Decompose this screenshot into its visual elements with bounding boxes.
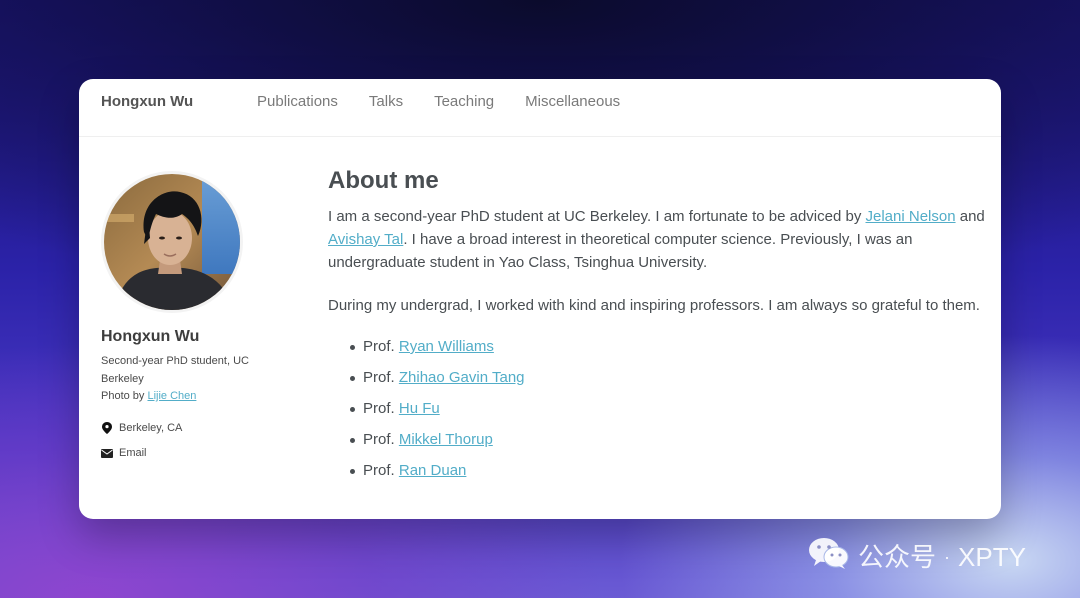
top-navbar: Hongxun Wu Publications Talks Teaching M… bbox=[79, 79, 1001, 137]
prof-link-ryan-williams[interactable]: Ryan Williams bbox=[399, 338, 494, 355]
watermark-separator: · bbox=[944, 547, 951, 567]
nav-link-publications[interactable]: Publications bbox=[257, 93, 338, 111]
bio-line: Second-year PhD student, UC Berkeley bbox=[101, 355, 249, 385]
author-name: Hongxun Wu bbox=[101, 328, 200, 345]
list-item: Prof. Ryan Williams bbox=[348, 337, 988, 357]
undergrad-paragraph: During my undergrad, I worked with kind … bbox=[328, 297, 980, 314]
photo-credit-prefix: Photo by bbox=[101, 390, 148, 402]
nav-link-miscellaneous[interactable]: Miscellaneous bbox=[525, 93, 620, 111]
professor-list: Prof. Ryan Williams Prof. Zhihao Gavin T… bbox=[328, 337, 988, 481]
prof-prefix: Prof. bbox=[363, 338, 399, 355]
watermark: 公众号 · XPTY bbox=[808, 536, 1026, 578]
prof-prefix: Prof. bbox=[363, 431, 399, 448]
list-item: Prof. Zhihao Gavin Tang bbox=[348, 368, 988, 388]
author-bio: Second-year PhD student, UC Berkeley Pho… bbox=[101, 353, 271, 406]
watermark-brand: XPTY bbox=[958, 542, 1026, 572]
nav-link-teaching[interactable]: Teaching bbox=[434, 93, 494, 111]
advisor-link-avishay-tal[interactable]: Avishay Tal bbox=[328, 231, 403, 248]
wechat-icon bbox=[808, 536, 850, 578]
advisor-link-jelani-nelson[interactable]: Jelani Nelson bbox=[866, 208, 956, 225]
prof-link-hu-fu[interactable]: Hu Fu bbox=[399, 400, 440, 417]
nav-link-talks[interactable]: Talks bbox=[369, 93, 403, 111]
list-item: Prof. Mikkel Thorup bbox=[348, 430, 988, 450]
author-sidebar: Hongxun Wu Second-year PhD student, UC B… bbox=[101, 171, 291, 470]
page-title: About me bbox=[328, 167, 439, 194]
prof-link-ran-duan[interactable]: Ran Duan bbox=[399, 462, 467, 479]
intro-text-2: and bbox=[955, 208, 985, 225]
intro-text-1: I am a second-year PhD student at UC Ber… bbox=[328, 208, 866, 225]
prof-prefix: Prof. bbox=[363, 462, 399, 479]
site-title-link[interactable]: Hongxun Wu bbox=[101, 93, 193, 111]
location-text: Berkeley, CA bbox=[119, 422, 183, 434]
list-item: Prof. Hu Fu bbox=[348, 399, 988, 419]
prof-link-mikkel-thorup[interactable]: Mikkel Thorup bbox=[399, 431, 493, 448]
photo-credit-line: Photo by Lijie Chen bbox=[101, 388, 271, 406]
browser-window: Hongxun Wu Publications Talks Teaching M… bbox=[79, 79, 1001, 519]
prof-link-zhihao-gavin-tang[interactable]: Zhihao Gavin Tang bbox=[399, 369, 525, 386]
author-urls: Berkeley, CA Email bbox=[101, 420, 291, 462]
email-link[interactable]: Email bbox=[119, 447, 147, 459]
nav-links: Publications Talks Teaching Miscellaneou… bbox=[257, 93, 620, 111]
map-marker-icon bbox=[101, 422, 113, 434]
envelope-icon bbox=[101, 447, 113, 459]
intro-text-3: . I have a broad interest in theoretical… bbox=[328, 231, 913, 271]
email-item[interactable]: Email bbox=[101, 445, 291, 462]
intro-paragraph: I am a second-year PhD student at UC Ber… bbox=[328, 205, 988, 274]
prof-prefix: Prof. bbox=[363, 369, 399, 386]
prof-prefix: Prof. bbox=[363, 400, 399, 417]
avatar bbox=[101, 171, 243, 313]
photo-credit-link[interactable]: Lijie Chen bbox=[147, 390, 196, 402]
main-content: About me I am a second-year PhD student … bbox=[328, 167, 988, 492]
avatar-photo bbox=[104, 174, 240, 310]
watermark-text: 公众号 bbox=[858, 542, 937, 572]
list-item: Prof. Ran Duan bbox=[348, 461, 988, 481]
location-item: Berkeley, CA bbox=[101, 420, 291, 437]
